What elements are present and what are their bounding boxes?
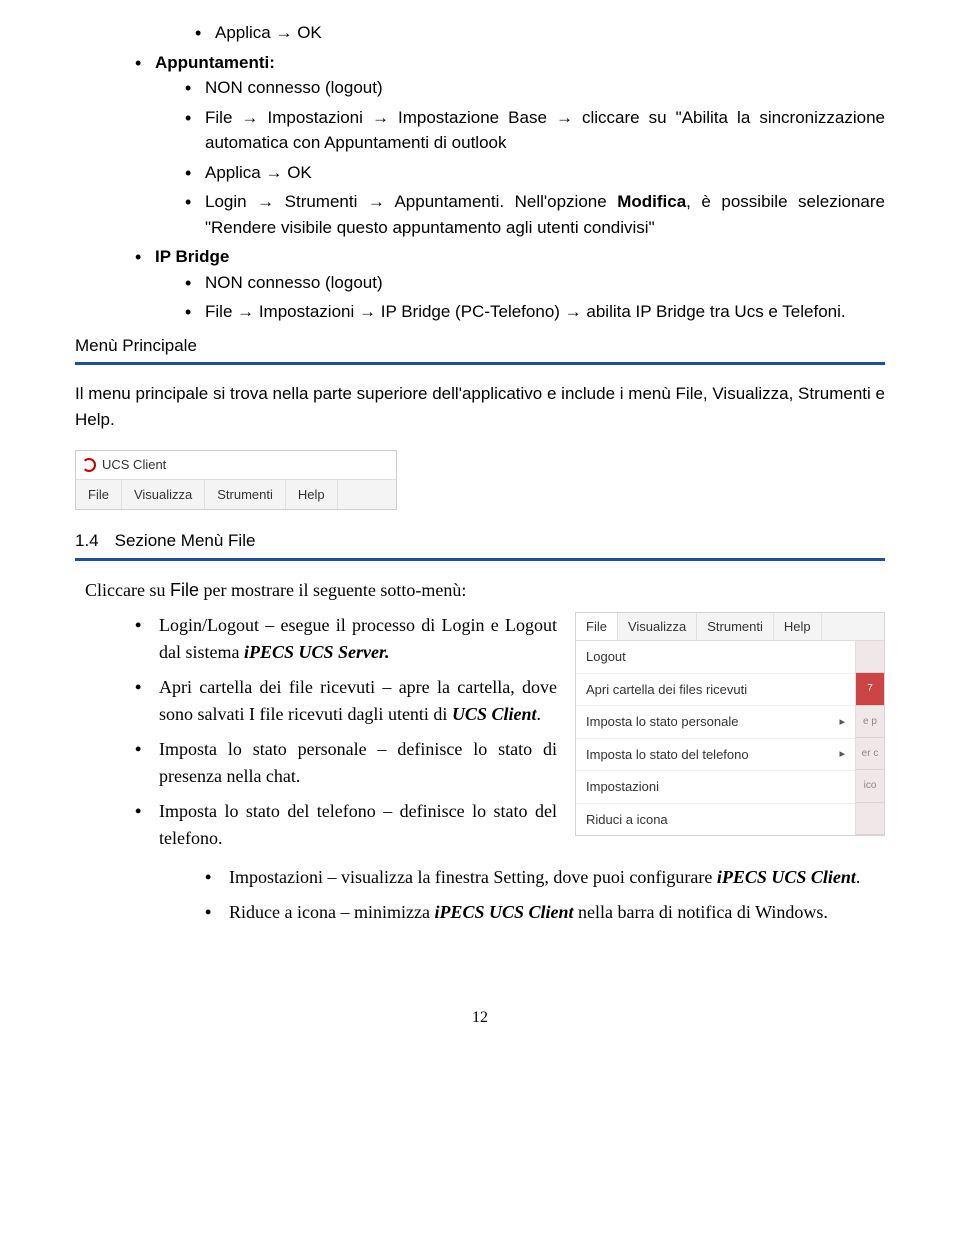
bullet-level3: Applica → OK [75, 20, 885, 46]
menu-file[interactable]: File [576, 613, 618, 641]
dropdown-item-impostazioni[interactable]: Impostazioni [576, 771, 855, 804]
bullet-level2: Appuntamenti: NON connesso (logout) File… [75, 50, 885, 325]
list-item: NON connesso (logout) [185, 75, 885, 101]
list-item: Impostazioni – visualizza la finestra Se… [205, 864, 885, 891]
list-item: Imposta lo stato personale – definisce l… [135, 736, 557, 790]
list-item: Login → Strumenti → Appuntamenti. Nell'o… [185, 189, 885, 240]
dropdown-list: Logout Apri cartella dei files ricevuti … [576, 641, 855, 835]
ucs-menubar: File Visualizza Strumenti Help [76, 480, 396, 510]
document-page: Applica → OK Appuntamenti: NON connesso … [0, 0, 960, 1070]
menu-visualizza[interactable]: Visualizza [618, 613, 697, 641]
heading-menu-principale: Menù Principale [75, 333, 885, 359]
ucs-logo-icon [82, 458, 96, 472]
dropdown-item-riduci[interactable]: Riduci a icona [576, 804, 855, 836]
menu-visualizza[interactable]: Visualizza [122, 480, 205, 510]
list-item: Applica → OK [185, 160, 885, 186]
list-item: Apri cartella dei file ricevuti – apre l… [135, 674, 557, 728]
dropdown-side-strip: 7 e p er c ico [855, 641, 884, 835]
list-item: File → Impostazioni → IP Bridge (PC-Tele… [185, 299, 885, 325]
list-item: IP Bridge NON connesso (logout) File → I… [135, 244, 885, 325]
page-number: 12 [75, 1006, 885, 1030]
file-dropdown-image: File Visualizza Strumenti Help Logout Ap… [575, 612, 885, 837]
dropdown-item-apri-cartella[interactable]: Apri cartella dei files ricevuti [576, 674, 855, 707]
list-item: Imposta lo stato del telefono – definisc… [135, 798, 557, 852]
dropdown-menubar: File Visualizza Strumenti Help [576, 613, 884, 642]
heading-1-4: 1.4 Sezione Menù File [75, 528, 885, 554]
menu-file[interactable]: File [76, 480, 122, 510]
menu-strumenti[interactable]: Strumenti [205, 480, 286, 510]
list-item: NON connesso (logout) [185, 270, 885, 296]
list-item: Riduce a icona – minimizza iPECS UCS Cli… [205, 899, 885, 926]
paragraph: Il menu principale si trova nella parte … [75, 381, 885, 432]
heading-underline [75, 558, 885, 561]
menu-strumenti[interactable]: Strumenti [697, 613, 774, 641]
list-item: Applica → OK [195, 20, 885, 46]
list-item: File → Impostazioni → Impostazione Base … [185, 105, 885, 156]
ucs-client-menubar-image: UCS Client File Visualizza Strumenti Hel… [75, 450, 397, 510]
list-item: Appuntamenti: NON connesso (logout) File… [135, 50, 885, 241]
menu-help[interactable]: Help [286, 480, 338, 510]
ucs-window-title: UCS Client [76, 451, 396, 480]
list-item: Login/Logout – esegue il processo di Log… [135, 612, 557, 666]
submenu-arrow-icon: ▸ [839, 746, 845, 763]
dropdown-item-logout[interactable]: Logout [576, 641, 855, 674]
dropdown-item-stato-telefono[interactable]: Imposta lo stato del telefono▸ [576, 739, 855, 772]
dropdown-item-stato-personale[interactable]: Imposta lo stato personale▸ [576, 706, 855, 739]
menu-help[interactable]: Help [774, 613, 822, 641]
paragraph: Cliccare su File per mostrare il seguent… [85, 577, 885, 604]
submenu-arrow-icon: ▸ [839, 714, 845, 731]
heading-underline [75, 362, 885, 365]
